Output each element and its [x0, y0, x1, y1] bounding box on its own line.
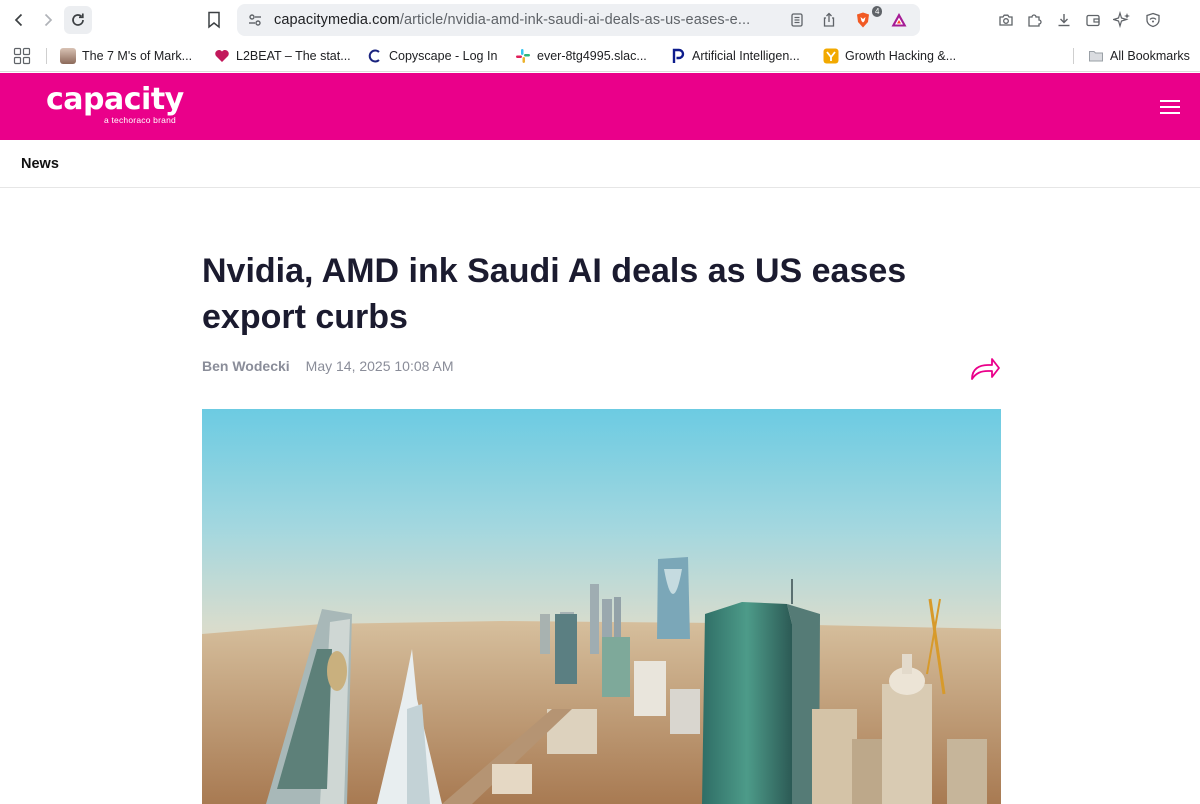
- bookmark-icon: [208, 11, 220, 29]
- menu-icon[interactable]: [1160, 100, 1180, 116]
- bookmark-item[interactable]: Copyscape - Log In: [367, 46, 497, 66]
- all-bookmarks-label: All Bookmarks: [1110, 49, 1190, 63]
- apps-button[interactable]: [13, 46, 31, 66]
- article-title: Nvidia, AMD ink Saudi AI deals as US eas…: [202, 252, 907, 336]
- bookmarks-separator: [1073, 48, 1074, 64]
- slack-icon: [516, 49, 530, 63]
- bookmark-label: L2BEAT – The stat...: [236, 49, 351, 63]
- reader-mode-icon[interactable]: [785, 8, 809, 32]
- avatar-icon: [60, 48, 76, 64]
- copyscape-icon: [368, 49, 380, 63]
- apps-grid-icon: [13, 47, 31, 65]
- logo-tagline: a techoraco brand: [104, 115, 176, 125]
- bookmark-item[interactable]: L2BEAT – The stat...: [214, 46, 351, 66]
- url-host: capacitymedia.com: [274, 12, 400, 28]
- p-icon: [672, 48, 685, 63]
- forward-button[interactable]: [34, 6, 62, 34]
- y-icon: [823, 48, 839, 64]
- wallet-icon[interactable]: [1081, 8, 1105, 32]
- site-header: capacity a techoraco brand: [0, 73, 1200, 140]
- capacity-logo[interactable]: capacity a techoraco brand: [46, 82, 184, 126]
- article-date: May 14, 2025 10:08 AM: [305, 358, 454, 374]
- heart-icon: [215, 50, 229, 62]
- bookmark-label: Artificial Intelligen...: [692, 49, 800, 63]
- download-icon[interactable]: [1052, 8, 1076, 32]
- extensions-icon[interactable]: [1023, 8, 1047, 32]
- share-arrow-icon: [971, 358, 1000, 380]
- bookmark-item[interactable]: The 7 M's of Mark...: [60, 46, 192, 66]
- article-meta: Ben Wodecki May 14, 2025 10:08 AM: [202, 358, 454, 374]
- leo-ai-icon[interactable]: [1110, 8, 1134, 32]
- bookmark-page-button[interactable]: [200, 6, 228, 34]
- folder-icon: [1089, 51, 1103, 62]
- bookmark-item[interactable]: ever-8tg4995.slac...: [515, 46, 647, 66]
- article-hero-image: [202, 409, 1001, 804]
- url-path: /article/nvidia-amd-ink-saudi-ai-deals-a…: [399, 12, 751, 28]
- url-text[interactable]: capacitymedia.com/article/nvidia-amd-ink…: [274, 12, 750, 28]
- all-bookmarks-button[interactable]: All Bookmarks: [1088, 46, 1190, 66]
- browser-toolbar: capacitymedia.com/article/nvidia-amd-ink…: [0, 0, 1200, 40]
- share-icon[interactable]: [817, 8, 841, 32]
- article-author[interactable]: Ben Wodecki: [202, 358, 290, 374]
- vpn-icon[interactable]: [1141, 8, 1165, 32]
- bookmarks-bar: The 7 M's of Mark... L2BEAT – The stat..…: [0, 40, 1200, 72]
- back-button[interactable]: [5, 6, 33, 34]
- bookmarks-separator: [46, 48, 47, 64]
- bookmark-label: ever-8tg4995.slac...: [537, 49, 647, 63]
- address-bar[interactable]: capacitymedia.com/article/nvidia-amd-ink…: [237, 4, 920, 36]
- site-settings-icon[interactable]: [243, 8, 267, 32]
- share-button[interactable]: [968, 355, 1002, 385]
- section-link-news[interactable]: News: [21, 156, 59, 172]
- back-icon: [14, 13, 23, 27]
- bookmark-item[interactable]: Growth Hacking &...: [823, 46, 956, 66]
- section-bar: News: [0, 140, 1200, 188]
- reload-icon: [72, 13, 84, 26]
- brave-rewards-icon[interactable]: [887, 8, 911, 32]
- reload-button[interactable]: [64, 6, 92, 34]
- bookmark-label: Growth Hacking &...: [845, 49, 957, 63]
- forward-icon: [44, 13, 53, 27]
- bookmark-label: The 7 M's of Mark...: [82, 49, 193, 63]
- logo-wordmark: capacity: [46, 82, 184, 117]
- camera-icon[interactable]: [994, 8, 1018, 32]
- bookmark-label: Copyscape - Log In: [389, 49, 498, 63]
- bookmark-item[interactable]: Artificial Intelligen...: [670, 46, 800, 66]
